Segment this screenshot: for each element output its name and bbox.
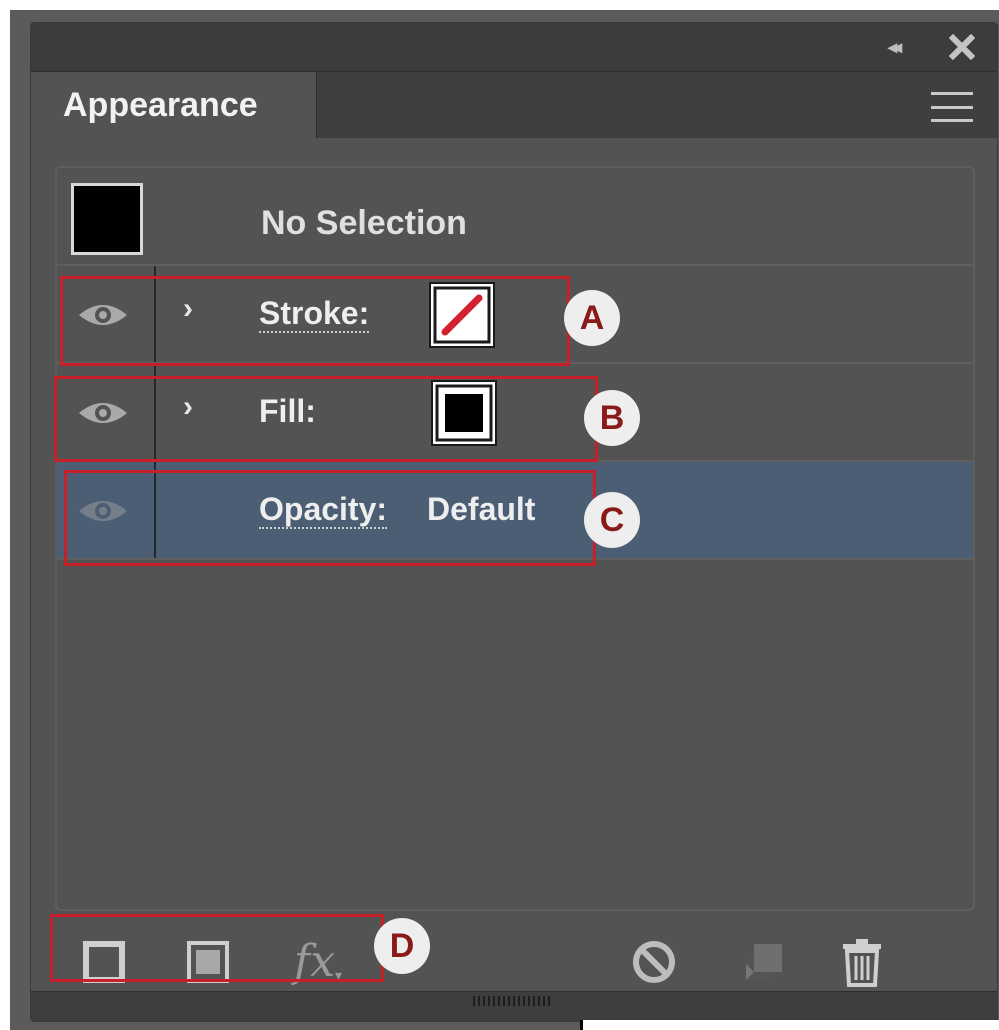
panel-titlebar: ◂◂ [31,23,997,72]
selection-thumbnail [71,183,143,255]
duplicate-item-button[interactable] [737,935,791,989]
duplicate-item-icon [746,944,782,980]
tab-bar: Appearance [31,72,997,138]
annotation-badge-a: A [564,290,620,346]
panel-menu-button[interactable] [931,92,973,122]
annotation-badge-d: D [374,918,430,974]
double-chevron-left-icon: ◂◂ [887,36,902,57]
tab-appearance[interactable]: Appearance [31,72,317,138]
no-selection-label: No Selection [261,204,467,242]
annotation-box-b [54,376,598,462]
hamburger-line [931,105,973,109]
annotation-box-d [50,914,384,982]
annotation-badge-b: B [584,390,640,446]
resize-grip-icon[interactable] [473,996,551,1006]
annotation-box-c [64,470,596,566]
panel-resize-bar[interactable] [31,991,997,1021]
close-panel-button[interactable] [945,31,979,63]
clear-appearance-icon [633,941,675,983]
hamburger-line [931,119,973,122]
annotation-badge-c: C [584,492,640,548]
collapse-panel-button[interactable]: ◂◂ [873,33,913,61]
row-no-selection: No Selection [57,168,973,266]
annotation-box-a [60,276,570,366]
clear-appearance-button[interactable] [627,935,681,989]
trash-icon [843,939,881,987]
hamburger-menu-icon [931,92,973,95]
delete-item-button[interactable] [835,933,889,991]
window-edge [580,1020,999,1030]
tab-appearance-label: Appearance [63,85,258,124]
close-icon [949,34,975,60]
